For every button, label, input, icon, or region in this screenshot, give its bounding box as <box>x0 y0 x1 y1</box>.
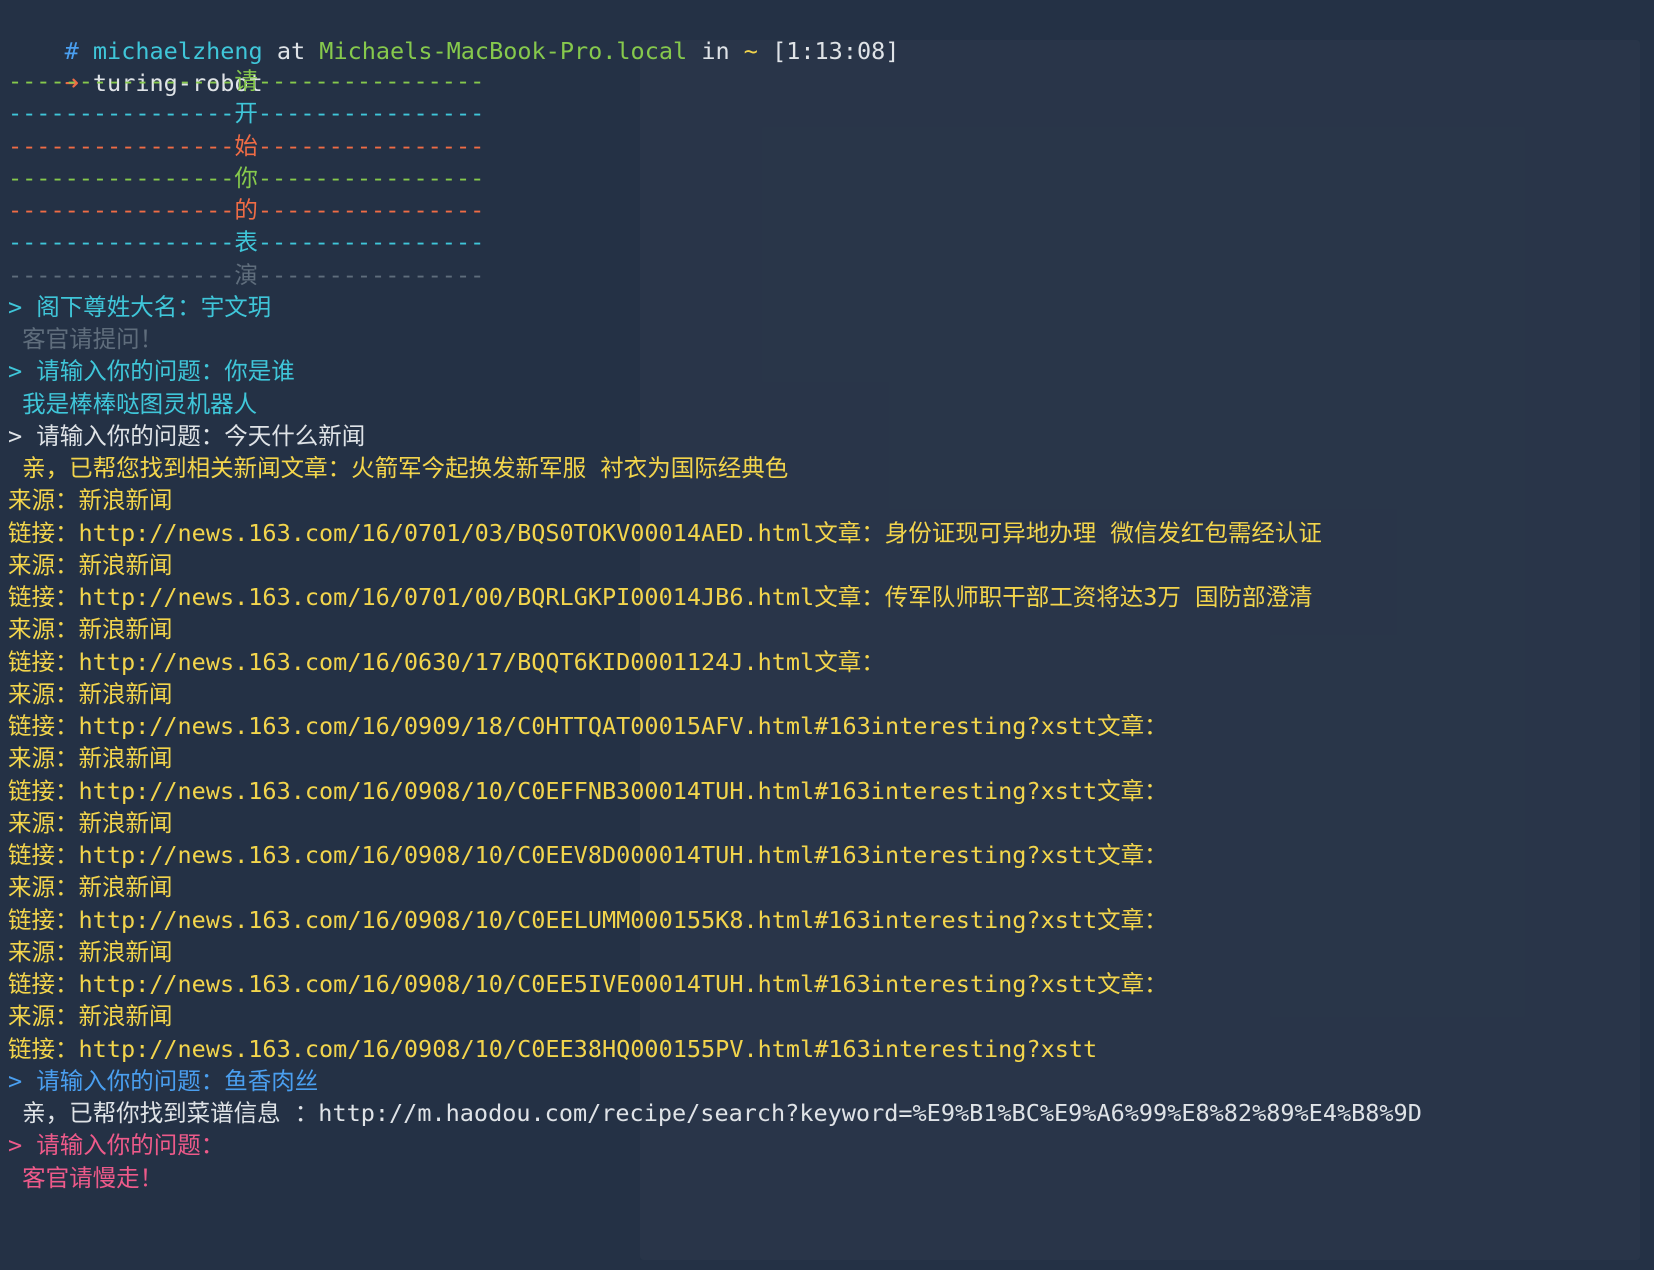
link-line: 链接：http://news.163.com/16/0908/10/C0EE38… <box>8 1035 1098 1063</box>
name-prompt-line: > 阁下尊姓大名：宇文玥 <box>8 293 272 321</box>
source-line: 来源：新浪新闻 <box>8 486 173 514</box>
prompt-in: in <box>701 37 730 65</box>
prompt-host: Michaels-MacBook-Pro.local <box>319 37 688 65</box>
question-2-line: > 请输入你的问题：今天什么新闻 <box>8 422 366 450</box>
question-3-line: > 请输入你的问题：鱼香肉丝 <box>8 1067 319 1095</box>
answer-1-line: 我是棒棒哒图灵机器人 <box>8 390 258 418</box>
prompt-at: at <box>276 37 306 65</box>
source-line: 来源：新浪新闻 <box>8 744 173 772</box>
link-line: 链接：http://news.163.com/16/0630/17/BQQT6K… <box>8 648 885 676</box>
link-line: 链接：http://news.163.com/16/0909/18/C0HTTQ… <box>8 712 1168 740</box>
shell-prompt-line: # michaelzheng at Michaels-MacBook-Pro.l… <box>8 0 900 65</box>
link-line: 链接：http://news.163.com/16/0701/03/BQS0TO… <box>8 519 1322 547</box>
link-line: 链接：http://news.163.com/16/0908/10/C0EELU… <box>8 906 1168 934</box>
banner-line-1: ----------------请---------------- <box>8 67 485 95</box>
terminal-window[interactable]: # michaelzheng at Michaels-MacBook-Pro.l… <box>0 0 1654 1270</box>
greeting-line: 客官请提问！ <box>8 325 164 353</box>
banner-line-4: ----------------你---------------- <box>8 164 485 192</box>
source-line: 来源：新浪新闻 <box>8 551 173 579</box>
question-4-line[interactable]: > 请输入你的问题： <box>8 1128 224 1162</box>
banner-line-3: ----------------始---------------- <box>8 132 485 160</box>
farewell-line: 客官请慢走！ <box>8 1164 164 1192</box>
banner-line-7: ----------------演---------------- <box>8 261 485 289</box>
source-line: 来源：新浪新闻 <box>8 809 173 837</box>
link-line: 链接：http://news.163.com/16/0908/10/C0EEV8… <box>8 841 1168 869</box>
source-line: 来源：新浪新闻 <box>8 873 173 901</box>
banner-line-5: ----------------的---------------- <box>8 196 485 224</box>
banner-line-2: ----------------开---------------- <box>8 99 485 127</box>
command-line: ➜ turing-robot <box>8 32 263 97</box>
banner-line-6: ----------------表---------------- <box>8 228 485 256</box>
link-line: 链接：http://news.163.com/16/0908/10/C0EFFN… <box>8 777 1168 805</box>
source-line: 来源：新浪新闻 <box>8 680 173 708</box>
source-line: 来源：新浪新闻 <box>8 1002 173 1030</box>
source-line: 来源：新浪新闻 <box>8 938 173 966</box>
prompt-dir: ~ <box>743 37 758 65</box>
link-line: 链接：http://news.163.com/16/0701/00/BQRLGK… <box>8 583 1313 611</box>
answer-2-intro-line: 亲，已帮您找到相关新闻文章：火箭军今起换发新军服 衬衣为国际经典色 <box>8 454 789 482</box>
question-1-line: > 请输入你的问题：你是谁 <box>8 357 295 385</box>
answer-3-line: 亲，已帮你找到菜谱信息 ：http://m.haodou.com/recipe/… <box>8 1099 1422 1127</box>
prompt-time: [1:13:08] <box>772 37 900 65</box>
link-line: 链接：http://news.163.com/16/0908/10/C0EE5I… <box>8 970 1168 998</box>
source-line: 来源：新浪新闻 <box>8 615 173 643</box>
